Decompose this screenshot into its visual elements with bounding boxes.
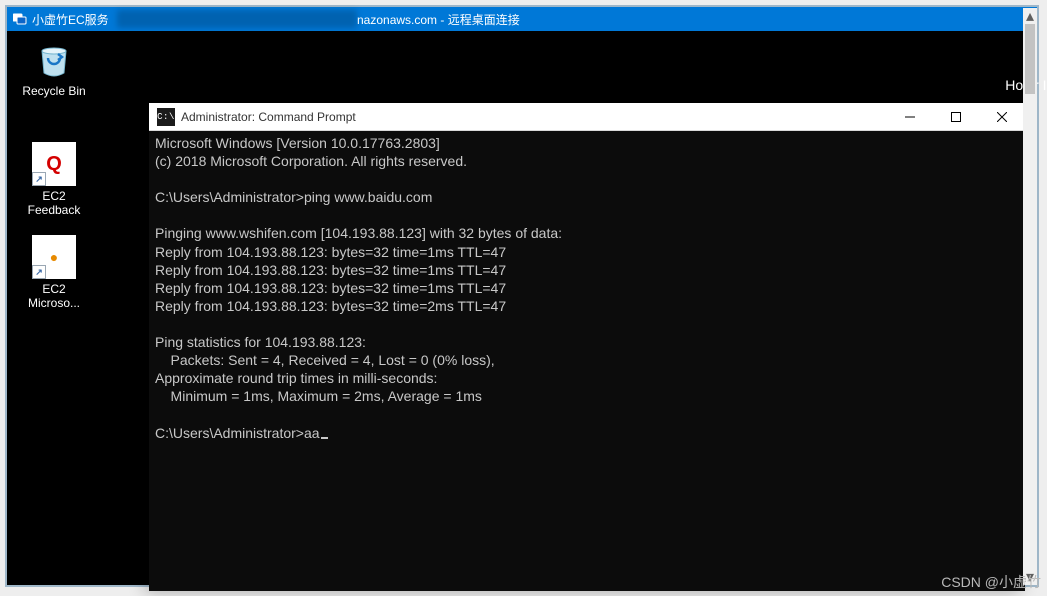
close-button[interactable]	[979, 103, 1025, 130]
cmd-icon: C:\	[157, 108, 175, 126]
window-buttons	[887, 103, 1025, 130]
ec2-feedback-icon[interactable]: Q ↗ EC2 Feedback	[15, 142, 93, 217]
desktop-icons-column: Recycle Bin Q ↗ EC2 Feedback ● ↗ EC2 Mic…	[15, 41, 105, 328]
shortcut-arrow-icon: ↗	[32, 265, 46, 279]
icon-label: EC2 Feedback	[15, 190, 93, 218]
remote-desktop-window: 小虚竹EC服务 nazonaws.com - 远程桌面连接 Hostr Inst…	[5, 5, 1039, 587]
title-blur	[117, 10, 357, 28]
icon-label: Recycle Bin	[15, 85, 93, 99]
scroll-up-icon[interactable]: ▴	[1023, 8, 1037, 24]
rdp-title-bar[interactable]: 小虚竹EC服务 nazonaws.com - 远程桌面连接	[7, 7, 1037, 31]
cmd-title-bar[interactable]: C:\ Administrator: Command Prompt	[149, 103, 1025, 131]
rdp-title-left: 小虚竹EC服务	[32, 11, 109, 28]
recycle-bin-icon[interactable]: Recycle Bin	[15, 41, 93, 116]
command-prompt-window[interactable]: C:\ Administrator: Command Prompt Micros…	[149, 103, 1025, 591]
shortcut-glyph: Q ↗	[32, 142, 76, 186]
shortcut-arrow-icon: ↗	[32, 172, 46, 186]
watermark-text: CSDN @小虚竹	[941, 572, 1041, 592]
rdp-icon	[13, 13, 27, 25]
ec2-microsoft-icon[interactable]: ● ↗ EC2 Microso...	[15, 235, 93, 310]
outer-scrollbar[interactable]: ▴ ▾	[1023, 8, 1037, 585]
icon-label: EC2 Microso...	[15, 283, 93, 311]
remote-desktop-area[interactable]: Hostr Insta Recycle Bin Q ↗ EC2 Feedb	[7, 31, 1037, 585]
cmd-output[interactable]: Microsoft Windows [Version 10.0.17763.28…	[149, 131, 1025, 591]
text-cursor	[321, 437, 328, 439]
shortcut-glyph: ● ↗	[32, 235, 76, 279]
rdp-title-mid: nazonaws.com - 远程桌面连接	[357, 11, 520, 28]
cmd-window-title: Administrator: Command Prompt	[181, 110, 887, 124]
scroll-thumb[interactable]	[1025, 24, 1035, 94]
minimize-button[interactable]	[887, 103, 933, 130]
maximize-button[interactable]	[933, 103, 979, 130]
